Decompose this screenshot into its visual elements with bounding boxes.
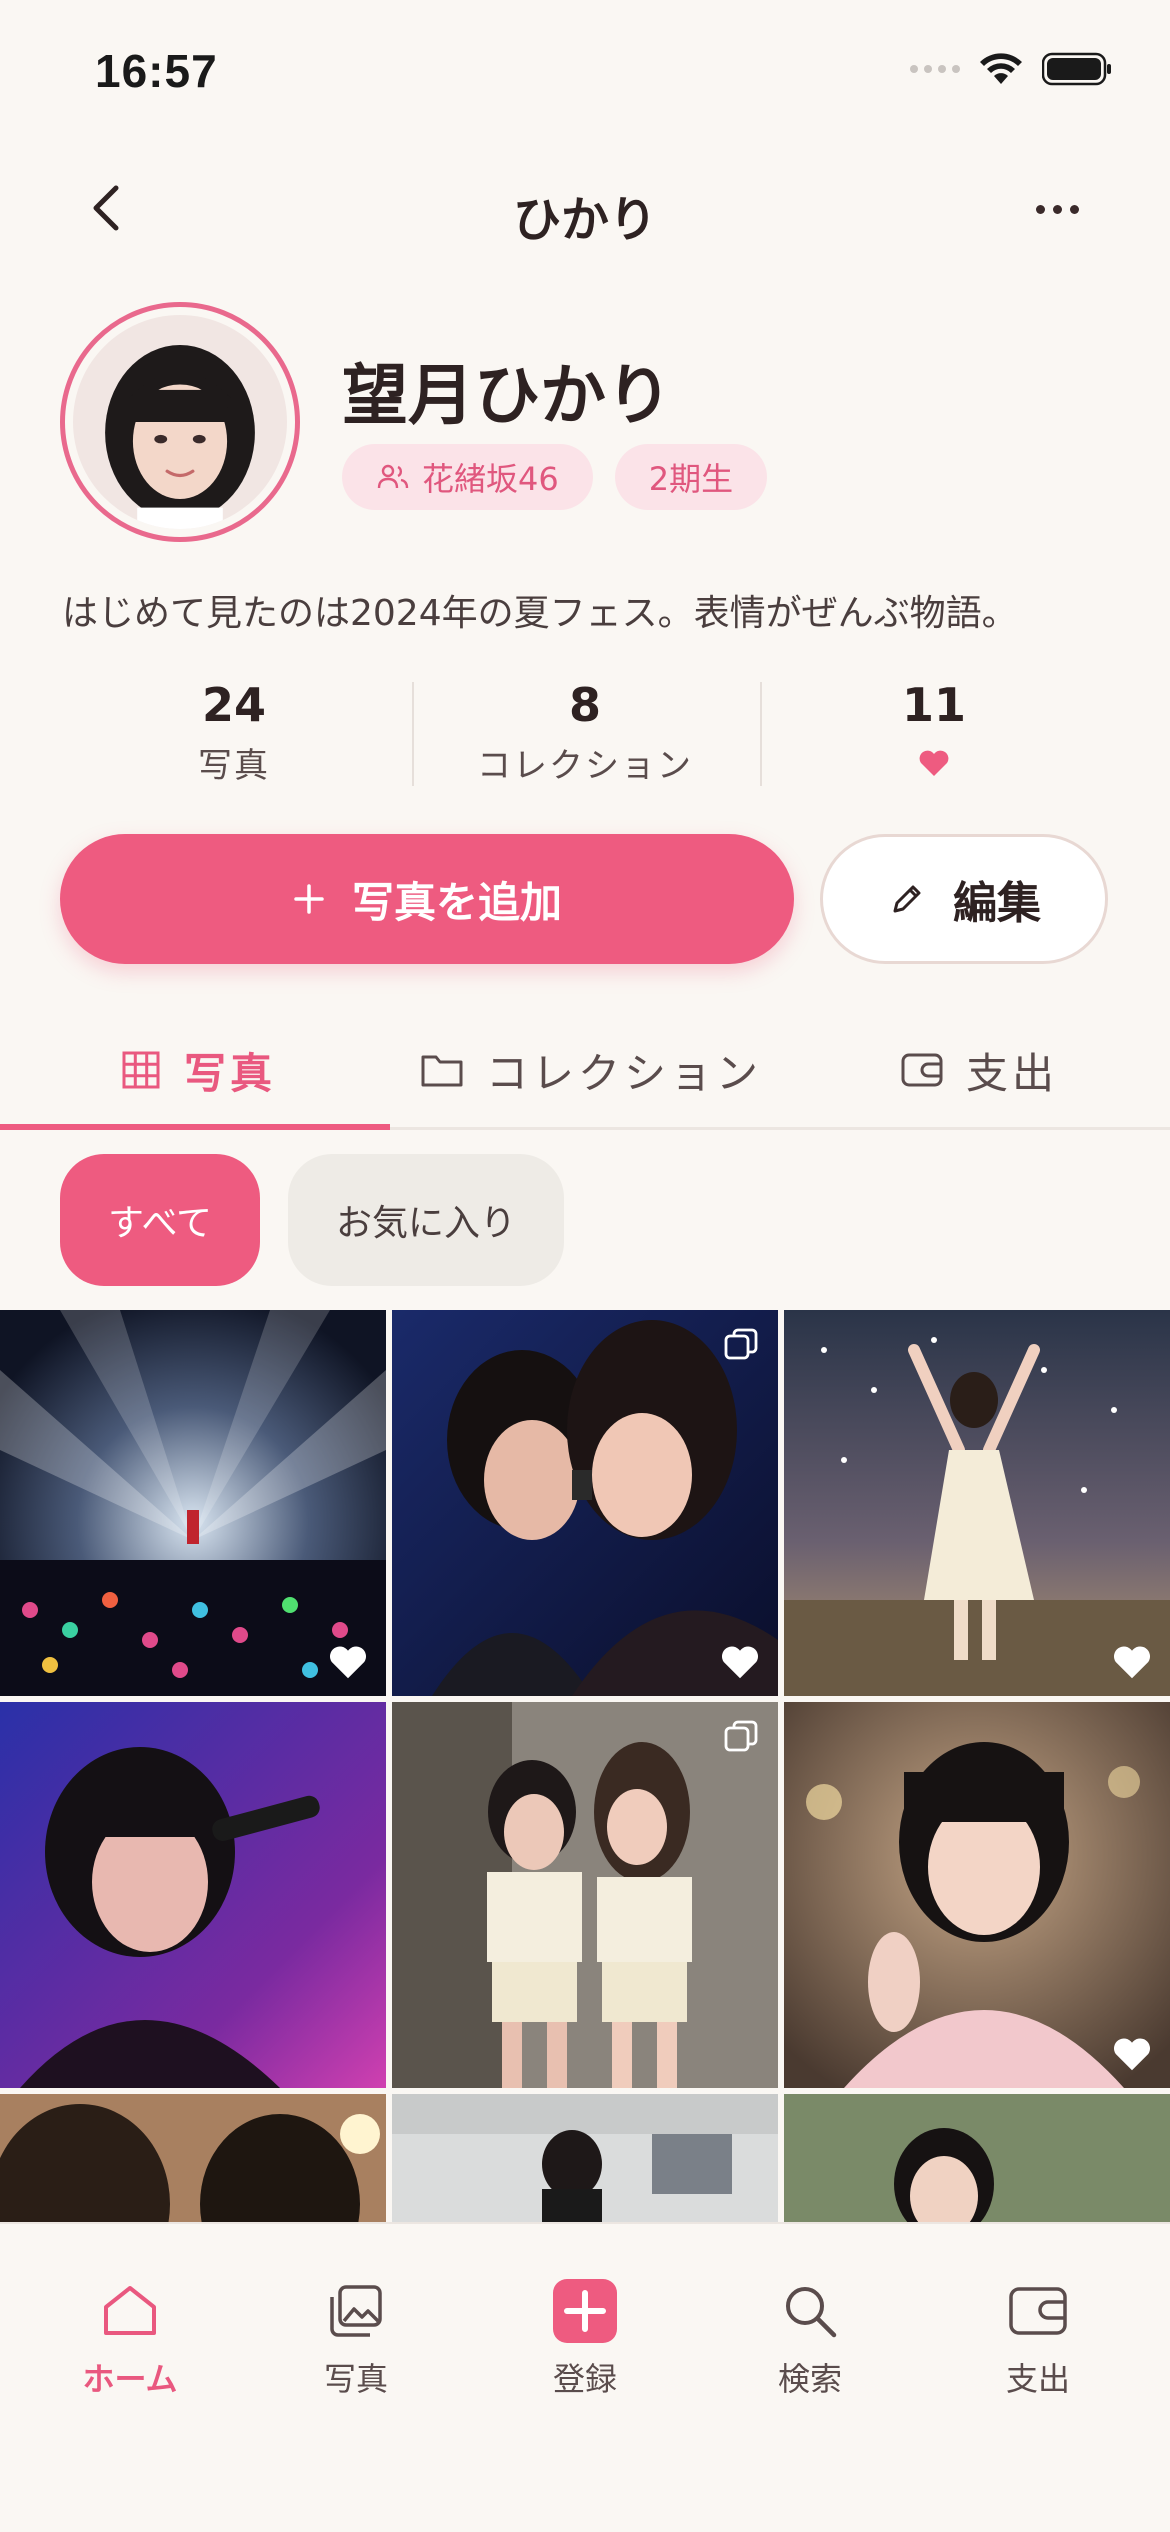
nav-search-label: 検索 [777,2360,842,2398]
stat-collections-value: 8 [568,678,601,732]
plus-icon [294,884,324,914]
nav-home[interactable]: ホーム [30,2276,230,2400]
nav-home-label: ホーム [82,2360,178,2398]
favorite-heart-icon[interactable] [328,1644,368,1680]
tab-collections-label: コレクション [486,1048,763,1098]
nav-search[interactable]: 検索 [710,2276,910,2400]
group-tag-label: 花緒坂46 [422,460,559,498]
heart-icon [919,750,949,776]
tab-photos-label: 写真 [184,1048,277,1098]
photos-icon [330,2285,382,2337]
stat-photos[interactable]: 24 写真 [60,672,408,787]
photo-tile[interactable] [784,1702,1170,2088]
photo-tile[interactable] [0,1310,386,1696]
add-photo-label: 写真を追加 [351,877,562,927]
nav-register[interactable]: 登録 [485,2276,685,2400]
filter-chips: すべて お気に入り [60,1154,565,1286]
photo-image [392,1310,778,1696]
avatar-photo [73,315,287,529]
nav-expenses-label: 支出 [1005,2360,1070,2398]
nav-expenses[interactable]: 支出 [938,2276,1138,2400]
active-tab-indicator [0,1124,390,1130]
photo-tile[interactable] [0,1702,386,2088]
stat-favorites-value: 11 [901,678,966,732]
photo-tile[interactable] [784,1310,1170,1696]
multiple-photos-icon [724,1720,758,1752]
content-tabs: 写真 コレクション 支出 [0,1010,1170,1130]
status-bar: 16:57 [0,0,1170,140]
add-photo-button[interactable]: 写真を追加 [60,834,794,964]
home-icon [104,2286,156,2335]
photo-image [784,1702,1170,2088]
generation-tag-label: 2期生 [648,460,734,498]
generation-tag[interactable]: 2期生 [614,444,768,510]
wallet-icon [901,1053,943,1087]
nav-photos[interactable]: 写真 [256,2276,456,2400]
photo-tile[interactable] [392,2094,778,2222]
profile-name: 望月ひかり [342,357,672,434]
page-title: ひかり [512,192,657,248]
favorite-heart-icon[interactable] [720,1644,760,1680]
photo-image [392,2094,778,2222]
tab-expenses[interactable]: 支出 [900,1010,1058,1130]
photo-grid [0,1310,1170,2222]
tab-collections[interactable]: コレクション [420,1010,762,1130]
photo-image [784,2094,1170,2222]
favorite-heart-icon[interactable] [1112,2036,1152,2072]
stat-collections-label: コレクション [477,746,693,786]
search-icon [786,2287,837,2338]
stat-photos-label: 写真 [198,746,270,786]
wifi-icon [980,53,1022,84]
stat-photos-value: 24 [201,678,266,732]
people-icon [377,464,409,489]
cellular-signal-icon [910,65,960,73]
profile-bio: はじめて見たのは2024年の夏フェス。表情がぜんぶ物語。 [62,593,1018,634]
edit-label: 編集 [953,878,1041,929]
status-icons [910,52,1112,86]
photo-image [0,2094,386,2222]
nav-register-label: 登録 [552,2360,617,2398]
pencil-icon [893,885,921,913]
filter-favorites[interactable]: お気に入り [288,1154,565,1286]
tab-photos[interactable]: 写真 [120,1010,276,1130]
plus-square-icon [553,2279,617,2343]
navigation-bar: ひかり [0,160,1170,260]
grid-icon [122,1051,160,1089]
more-icon [1035,204,1045,214]
nav-photos-label: 写真 [323,2360,388,2398]
filter-all[interactable]: すべて [60,1154,261,1286]
photo-tile[interactable] [0,2094,386,2222]
photo-image [392,1702,778,2088]
stats-row: 24 写真 8 コレクション 11 [0,672,1170,792]
profile-tags: 花緒坂46 2期生 [342,444,768,510]
tab-expenses-label: 支出 [966,1048,1059,1098]
photo-tile[interactable] [392,1702,778,2088]
photo-image [0,1310,386,1696]
stat-favorites[interactable]: 11 [760,672,1108,786]
group-tag[interactable]: 花緒坂46 [342,444,593,510]
edit-button[interactable]: 編集 [820,834,1108,964]
battery-icon [1042,52,1111,86]
multiple-photos-icon [724,1328,758,1360]
bottom-navigation: ホーム 写真 登録 検索 支出 [0,2222,1170,2532]
stat-collections[interactable]: 8 コレクション [412,672,758,787]
status-time: 16:57 [95,45,218,97]
photo-tile[interactable] [392,1310,778,1696]
avatar[interactable] [60,302,300,542]
photo-image [784,1310,1170,1696]
photo-image [0,1702,386,2088]
favorite-heart-icon[interactable] [1112,1644,1152,1680]
folder-icon [421,1055,463,1087]
more-options-button[interactable] [1022,184,1092,234]
photo-tile[interactable] [784,2094,1170,2222]
wallet-icon [1009,2287,1067,2335]
